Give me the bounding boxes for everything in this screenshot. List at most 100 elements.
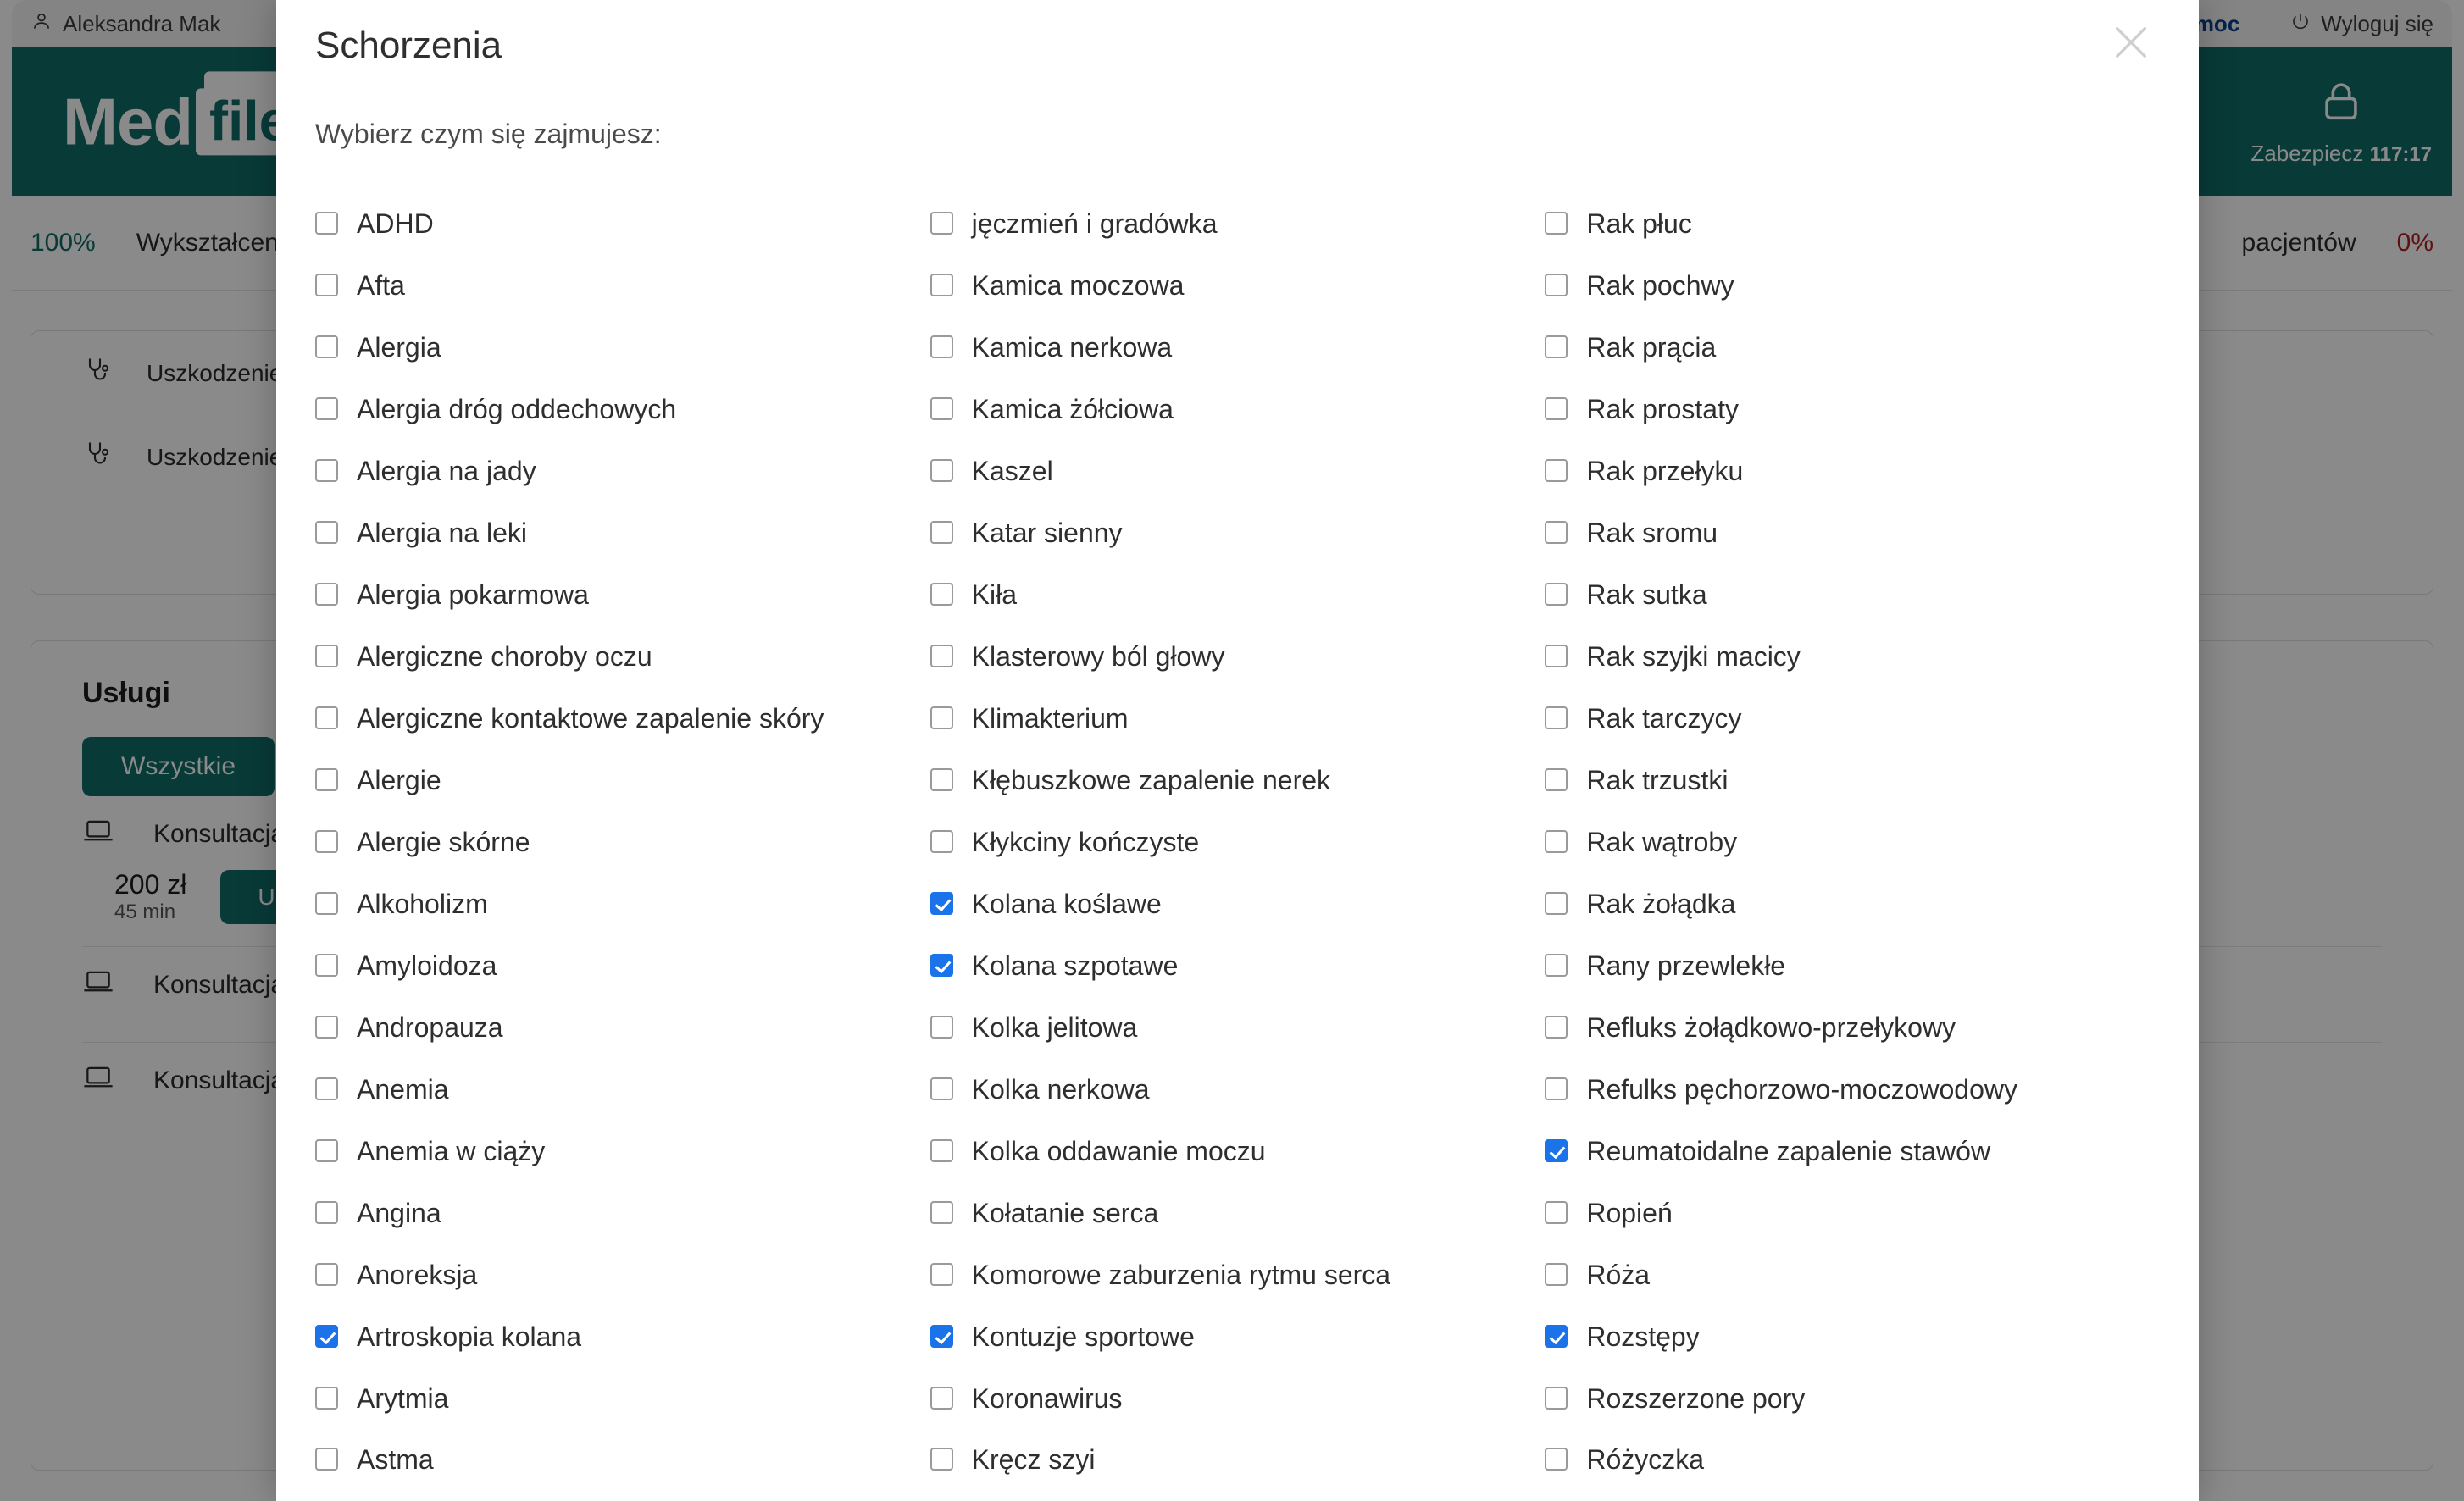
ailment-label[interactable]: Rak żołądka	[1586, 887, 1735, 922]
close-icon[interactable]	[2107, 19, 2155, 66]
ailment-label[interactable]: Kontuzje sportowe	[972, 1320, 1195, 1354]
checkbox-unchecked-icon[interactable]	[1545, 1200, 1568, 1224]
ailment-checkbox-row[interactable]: Alergia dróg oddechowych	[315, 392, 930, 427]
checkbox-checked-icon[interactable]	[1545, 1138, 1568, 1162]
ailment-checkbox-row[interactable]: Rak przełyku	[1545, 454, 2160, 489]
ailment-checkbox-row[interactable]: Anoreksja	[315, 1258, 930, 1293]
ailment-label[interactable]: Alergia na leki	[357, 516, 527, 551]
checkbox-unchecked-icon[interactable]	[315, 521, 338, 545]
ailment-checkbox-row[interactable]: Rak prostaty	[1545, 392, 2160, 427]
checkbox-unchecked-icon[interactable]	[1545, 1077, 1568, 1100]
ailment-checkbox-row[interactable]: Afta	[315, 269, 930, 303]
ailment-checkbox-row[interactable]: Rozstępy	[1545, 1320, 2160, 1354]
ailment-label[interactable]: Kamica moczowa	[972, 269, 1185, 303]
ailment-label[interactable]: Rak prącia	[1586, 330, 1716, 365]
checkbox-unchecked-icon[interactable]	[315, 645, 338, 668]
ailment-checkbox-row[interactable]: Katar sienny	[930, 516, 1546, 551]
ailment-label[interactable]: Anemia	[357, 1072, 449, 1107]
ailment-checkbox-row[interactable]: Klimakterium	[930, 701, 1546, 736]
ailment-checkbox-row[interactable]: Rak żołądka	[1545, 887, 2160, 922]
ailment-checkbox-row[interactable]: Kręcz szyi	[930, 1443, 1546, 1477]
checkbox-unchecked-icon[interactable]	[315, 1138, 338, 1162]
ailment-checkbox-row[interactable]: Kamica nerkowa	[930, 330, 1546, 365]
checkbox-unchecked-icon[interactable]	[930, 767, 953, 791]
ailment-checkbox-row[interactable]: Kolka jelitowa	[930, 1011, 1546, 1045]
ailment-label[interactable]: Artroskopia kolana	[357, 1320, 581, 1354]
ailment-label[interactable]: Klimakterium	[972, 701, 1129, 736]
ailment-checkbox-row[interactable]: Kamica moczowa	[930, 269, 1546, 303]
ailment-label[interactable]: Ropień	[1586, 1196, 1672, 1231]
ailment-checkbox-row[interactable]: Kolana koślawe	[930, 887, 1546, 922]
ailment-label[interactable]: Afta	[357, 269, 405, 303]
checkbox-unchecked-icon[interactable]	[315, 459, 338, 483]
ailment-label[interactable]: Rak płuc	[1586, 207, 1692, 241]
ailment-label[interactable]: Różyczka	[1586, 1443, 1704, 1477]
checkbox-unchecked-icon[interactable]	[1545, 459, 1568, 483]
ailment-label[interactable]: jęczmień i gradówka	[972, 207, 1218, 241]
ailment-checkbox-row[interactable]: Anemia w ciąży	[315, 1134, 930, 1169]
ailment-label[interactable]: Rozstępy	[1586, 1320, 1699, 1354]
ailment-checkbox-row[interactable]: Rak prącia	[1545, 330, 2160, 365]
ailment-checkbox-row[interactable]: Róża	[1545, 1258, 2160, 1293]
ailment-checkbox-row[interactable]: Kolana szpotawe	[930, 949, 1546, 983]
checkbox-checked-icon[interactable]	[930, 891, 953, 915]
ailment-label[interactable]: Rak trzustki	[1586, 763, 1728, 798]
checkbox-unchecked-icon[interactable]	[1545, 212, 1568, 235]
checkbox-unchecked-icon[interactable]	[930, 1386, 953, 1410]
ailment-checkbox-row[interactable]: Kontuzje sportowe	[930, 1320, 1546, 1354]
ailment-label[interactable]: Alergiczne kontaktowe zapalenie skóry	[357, 701, 824, 736]
ailment-label[interactable]: Alergia	[357, 330, 441, 365]
checkbox-unchecked-icon[interactable]	[930, 335, 953, 359]
checkbox-unchecked-icon[interactable]	[315, 829, 338, 853]
ailment-label[interactable]: Komorowe zaburzenia rytmu serca	[972, 1258, 1390, 1293]
checkbox-unchecked-icon[interactable]	[930, 583, 953, 606]
checkbox-unchecked-icon[interactable]	[315, 335, 338, 359]
checkbox-unchecked-icon[interactable]	[315, 1077, 338, 1100]
ailment-checkbox-row[interactable]: Rak tarczycy	[1545, 701, 2160, 736]
ailment-checkbox-row[interactable]: Alergia pokarmowa	[315, 578, 930, 612]
ailment-checkbox-row[interactable]: Kamica żółciowa	[930, 392, 1546, 427]
ailment-checkbox-row[interactable]: Koronawirus	[930, 1382, 1546, 1416]
checkbox-unchecked-icon[interactable]	[930, 1015, 953, 1039]
checkbox-checked-icon[interactable]	[315, 1324, 338, 1348]
checkbox-unchecked-icon[interactable]	[930, 1200, 953, 1224]
ailment-checkbox-row[interactable]: Kolka oddawanie moczu	[930, 1134, 1546, 1169]
checkbox-unchecked-icon[interactable]	[1545, 397, 1568, 421]
ailment-checkbox-row[interactable]: Rak sutka	[1545, 578, 2160, 612]
ailment-label[interactable]: Alkoholizm	[357, 887, 488, 922]
ailment-label[interactable]: Kołatanie serca	[972, 1196, 1159, 1231]
ailment-checkbox-row[interactable]: Rak płuc	[1545, 207, 2160, 241]
ailment-label[interactable]: Kolana koślawe	[972, 887, 1162, 922]
ailment-label[interactable]: Refluks żołądkowo-przełykowy	[1586, 1011, 1956, 1045]
ailment-label[interactable]: Klasterowy ból głowy	[972, 640, 1225, 674]
ailment-checkbox-row[interactable]: Arytmia	[315, 1382, 930, 1416]
checkbox-unchecked-icon[interactable]	[1545, 521, 1568, 545]
ailment-label[interactable]: Rak sutka	[1586, 578, 1706, 612]
ailment-checkbox-row[interactable]: Alergia na jady	[315, 454, 930, 489]
ailment-checkbox-row[interactable]: Rak wątroby	[1545, 825, 2160, 860]
ailment-label[interactable]: Rak przełyku	[1586, 454, 1743, 489]
checkbox-unchecked-icon[interactable]	[930, 1448, 953, 1471]
ailment-checkbox-row[interactable]: Kaszel	[930, 454, 1546, 489]
checkbox-unchecked-icon[interactable]	[930, 274, 953, 297]
ailment-label[interactable]: Alergie	[357, 763, 441, 798]
ailment-label[interactable]: Kolka jelitowa	[972, 1011, 1138, 1045]
ailment-checkbox-row[interactable]: Artroskopia kolana	[315, 1320, 930, 1354]
ailment-checkbox-row[interactable]: Anemia	[315, 1072, 930, 1107]
checkbox-unchecked-icon[interactable]	[315, 212, 338, 235]
ailment-checkbox-row[interactable]: Rak szyjki macicy	[1545, 640, 2160, 674]
ailment-label[interactable]: Alergie skórne	[357, 825, 530, 860]
checkbox-unchecked-icon[interactable]	[1545, 335, 1568, 359]
ailment-label[interactable]: Refulks pęchorzowo-moczowodowy	[1586, 1072, 2017, 1107]
checkbox-unchecked-icon[interactable]	[315, 1448, 338, 1471]
checkbox-checked-icon[interactable]	[1545, 1324, 1568, 1348]
ailment-label[interactable]: Arytmia	[357, 1382, 448, 1416]
ailment-checkbox-row[interactable]: Kołatanie serca	[930, 1196, 1546, 1231]
ailment-checkbox-row[interactable]: Andropauza	[315, 1011, 930, 1045]
ailment-checkbox-row[interactable]: Alergie skórne	[315, 825, 930, 860]
ailment-label[interactable]: Kłykciny kończyste	[972, 825, 1200, 860]
ailment-checkbox-row[interactable]: Rak trzustki	[1545, 763, 2160, 798]
ailment-checkbox-row[interactable]: Alkoholizm	[315, 887, 930, 922]
ailment-label[interactable]: Kolka nerkowa	[972, 1072, 1150, 1107]
ailment-checkbox-row[interactable]: Rozszerzone pory	[1545, 1382, 2160, 1416]
